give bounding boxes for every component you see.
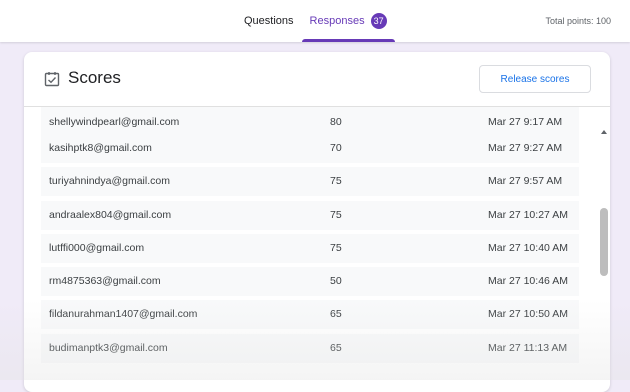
row-score: 75	[330, 209, 342, 221]
scroll-thumb[interactable]	[600, 208, 608, 276]
scrollbar[interactable]	[598, 124, 610, 392]
scores-title: Scores	[68, 68, 121, 87]
tab-list: Questions Responses 37	[236, 0, 395, 42]
table-row[interactable]: kasihptk8@gmail.com 70 Mar 27 9:27 AM	[41, 134, 579, 163]
row-time: Mar 27 9:57 AM	[488, 175, 563, 187]
tab-responses[interactable]: Responses 37	[301, 0, 395, 42]
table-row[interactable]: shellywindpearl@gmail.com 80 Mar 27 9:17…	[41, 107, 579, 136]
scroll-up-arrow-icon[interactable]	[601, 130, 607, 134]
release-scores-button[interactable]: Release scores	[479, 65, 591, 93]
row-email: turiyahnindya@gmail.com	[49, 175, 170, 187]
row-email: budimanptk3@gmail.com	[49, 342, 168, 354]
row-email: andraalex804@gmail.com	[49, 209, 172, 221]
row-score: 80	[330, 116, 342, 128]
row-time: Mar 27 9:17 AM	[488, 116, 563, 128]
row-score: 65	[330, 342, 342, 354]
row-time: Mar 27 10:27 AM	[488, 209, 568, 221]
table-row[interactable]: lutffi000@gmail.com 75 Mar 27 10:40 AM	[41, 234, 579, 263]
row-email: shellywindpearl@gmail.com	[49, 116, 180, 128]
scores-header: Scores Release scores	[24, 52, 610, 107]
table-row[interactable]: rm4875363@gmail.com 50 Mar 27 10:46 AM	[41, 267, 579, 296]
row-score: 65	[330, 308, 342, 320]
total-points: Total points: 100	[545, 16, 611, 26]
row-score: 75	[330, 242, 342, 254]
row-score: 70	[330, 142, 342, 154]
row-email: lutffi000@gmail.com	[49, 242, 145, 254]
table-row[interactable]: turiyahnindya@gmail.com 75 Mar 27 9:57 A…	[41, 167, 579, 196]
table-row[interactable]: budimanptk3@gmail.com 65 Mar 27 11:13 AM	[41, 334, 579, 363]
row-email: fildanurahman1407@gmail.com	[49, 308, 198, 320]
scores-card: Scores Release scores shellywindpearl@gm…	[24, 52, 610, 392]
row-score: 50	[330, 275, 342, 287]
tab-questions-label: Questions	[244, 15, 294, 27]
tab-responses-label: Responses	[309, 15, 365, 27]
row-email: kasihptk8@gmail.com	[49, 142, 152, 154]
row-time: Mar 27 10:40 AM	[488, 242, 568, 254]
row-score: 75	[330, 175, 342, 187]
row-time: Mar 27 9:27 AM	[488, 142, 563, 154]
row-time: Mar 27 10:46 AM	[488, 275, 568, 287]
row-email: rm4875363@gmail.com	[49, 275, 161, 287]
table-row[interactable]: fildanurahman1407@gmail.com 65 Mar 27 10…	[41, 300, 579, 329]
top-tab-bar: Questions Responses 37 Total points: 100	[0, 0, 630, 42]
table-row[interactable]: andraalex804@gmail.com 75 Mar 27 10:27 A…	[41, 201, 579, 230]
tab-questions[interactable]: Questions	[236, 0, 302, 42]
row-time: Mar 27 10:50 AM	[488, 308, 568, 320]
responses-count-badge: 37	[370, 13, 387, 29]
checkbox-list-icon	[44, 72, 60, 87]
row-time: Mar 27 11:13 AM	[488, 342, 568, 354]
